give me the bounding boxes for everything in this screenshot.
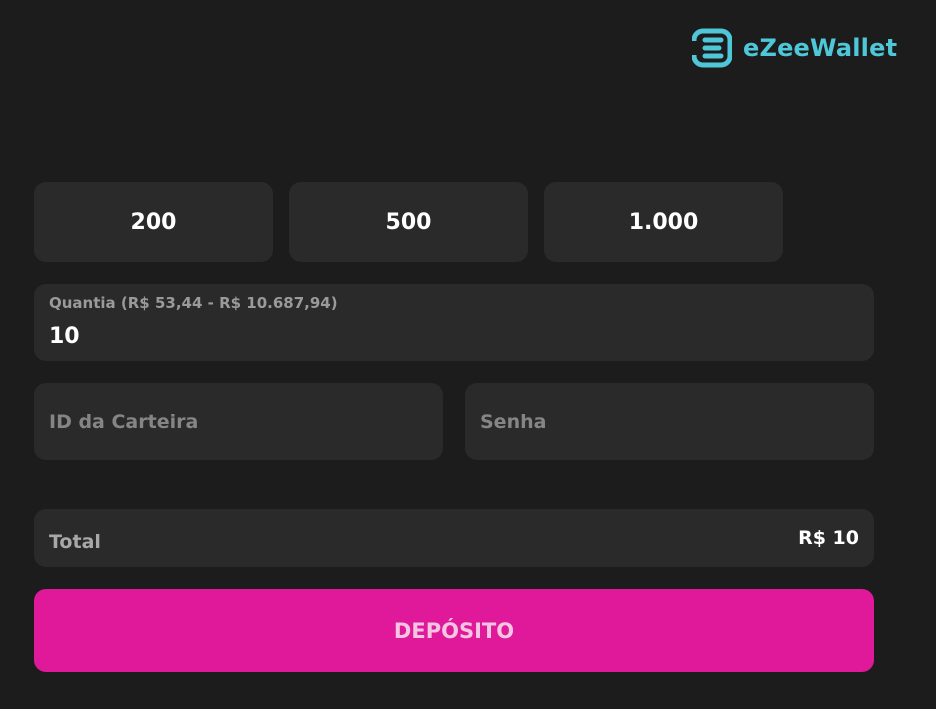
password-field[interactable] xyxy=(465,383,874,460)
amount-field[interactable]: Quantia (R$ 53,44 - R$ 10.687,94) xyxy=(34,284,874,361)
ezeewallet-logo-icon xyxy=(692,28,732,68)
total-label: Total xyxy=(49,531,101,553)
deposit-button[interactable]: DEPÓSITO xyxy=(34,589,874,672)
total-value: R$ 10 xyxy=(798,527,859,549)
total-summary: Total R$ 10 xyxy=(34,509,874,567)
wallet-id-field[interactable] xyxy=(34,383,443,460)
preset-amount-1000-button[interactable]: 1.000 xyxy=(544,182,783,262)
wallet-id-input[interactable] xyxy=(49,407,419,437)
logo-text: eZeeWallet xyxy=(743,34,898,62)
password-input[interactable] xyxy=(480,407,850,437)
amount-input[interactable] xyxy=(49,322,849,350)
amount-field-label: Quantia (R$ 53,44 - R$ 10.687,94) xyxy=(49,294,338,312)
preset-amount-200-button[interactable]: 200 xyxy=(34,182,273,262)
ezeewallet-logo: eZeeWallet xyxy=(692,28,897,68)
preset-amount-500-button[interactable]: 500 xyxy=(289,182,528,262)
